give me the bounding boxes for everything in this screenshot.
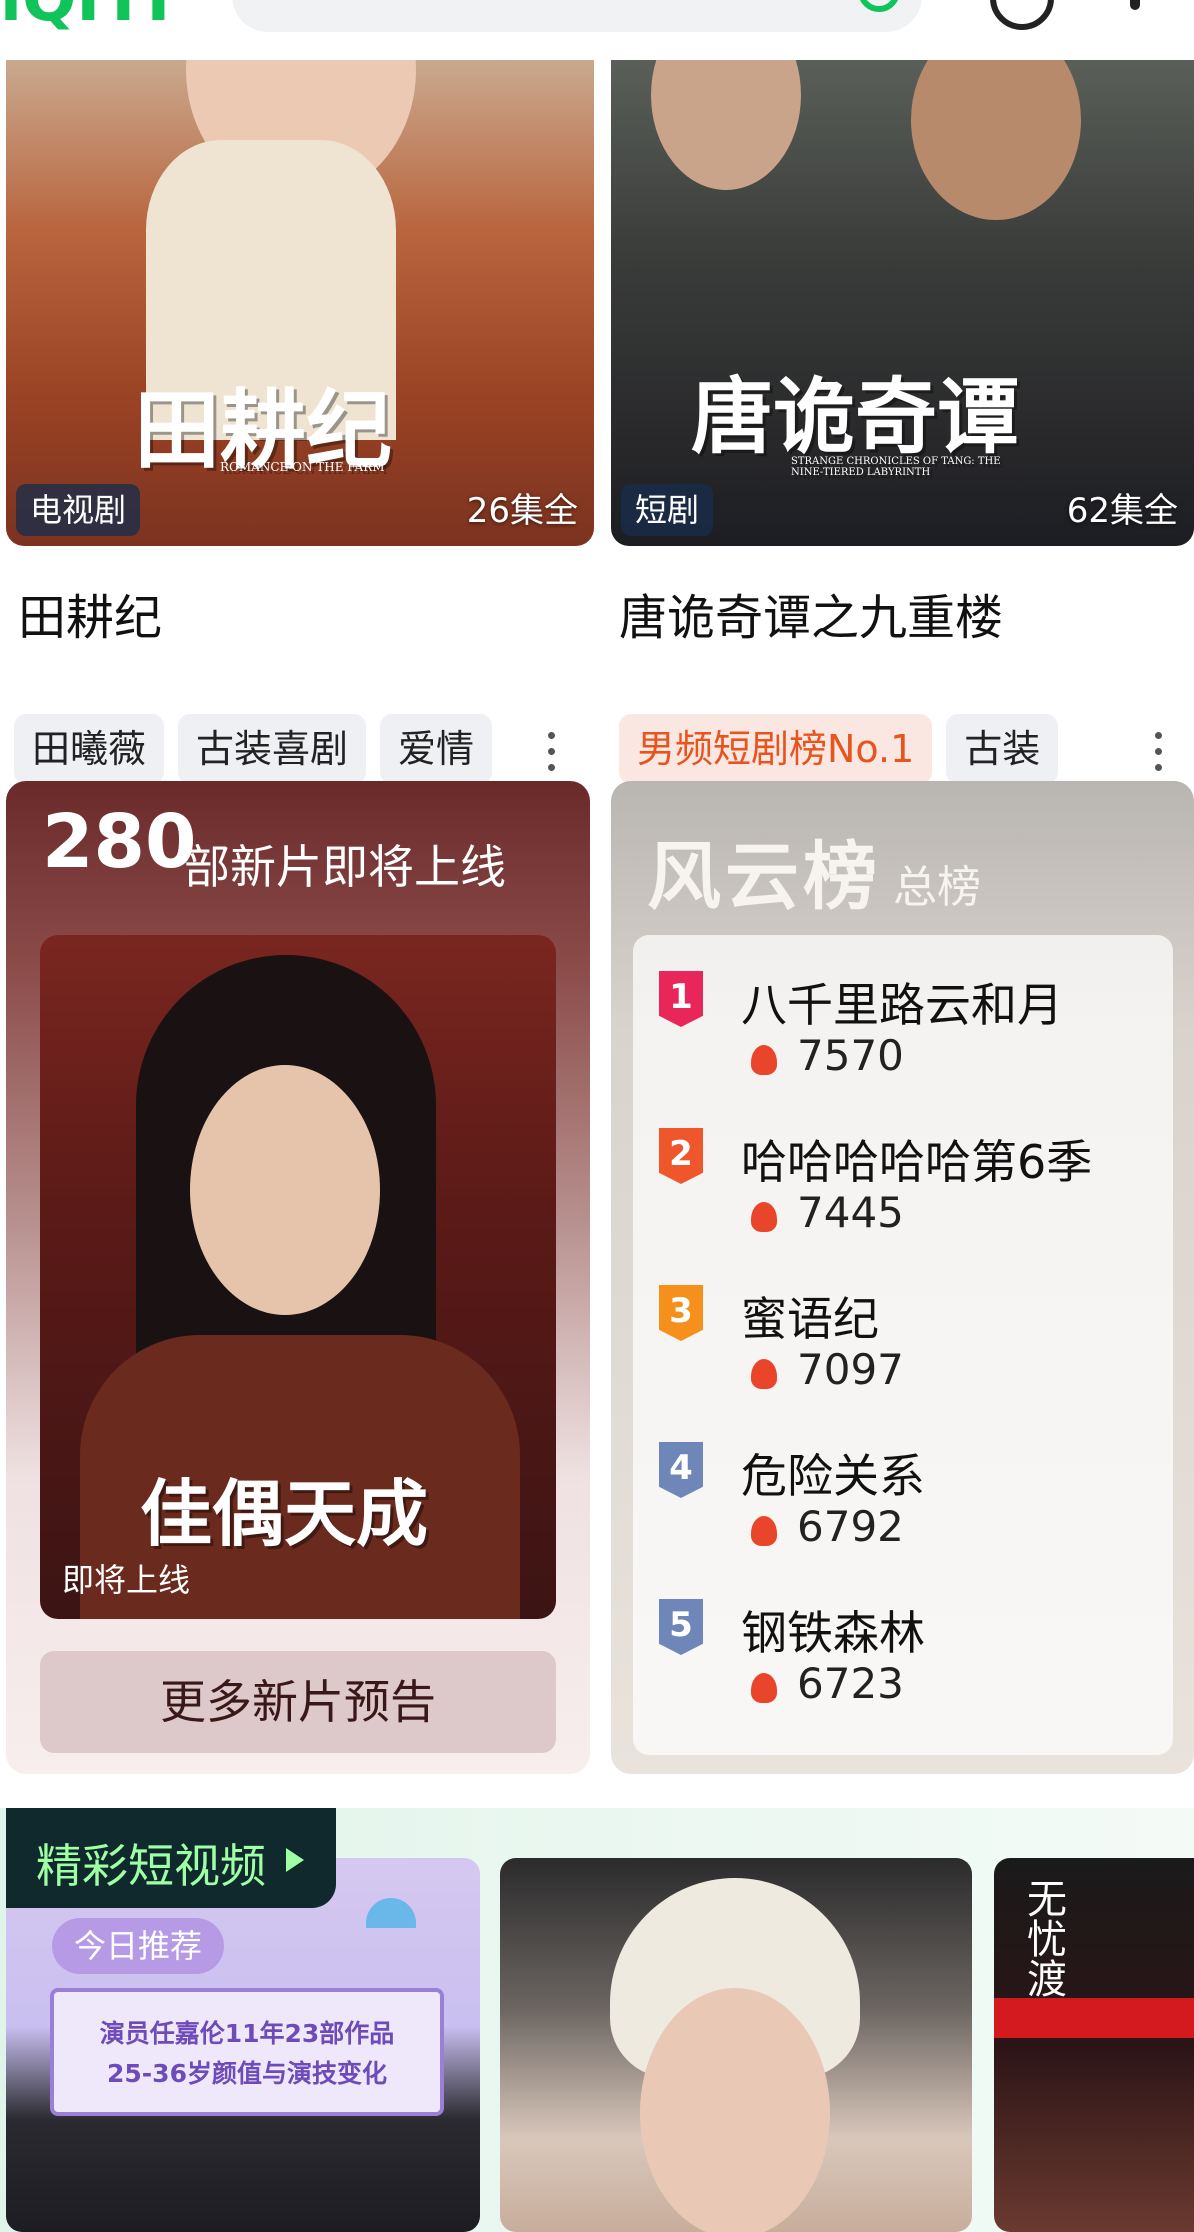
- more-trailers-button[interactable]: 更多新片预告: [40, 1651, 556, 1753]
- video-figure-face: [640, 1988, 830, 2232]
- tag-list: 男频短剧榜No.1 古装: [619, 714, 1059, 784]
- type-badge: 电视剧: [16, 484, 141, 536]
- poster-figure: [651, 60, 801, 190]
- ranking-item-heat: 7097: [797, 1345, 904, 1394]
- umbrella-icon: [366, 1898, 416, 1928]
- ranking-item[interactable]: 4 危险关系 6792: [633, 1406, 1173, 1562]
- ranking-item-heat: 7570: [797, 1031, 904, 1080]
- top-bar: iQIYI: [0, 0, 1194, 60]
- ranking-item[interactable]: 3 蜜语纪 7097: [633, 1249, 1173, 1405]
- poster-face: [190, 1065, 380, 1315]
- type-badge: 短剧: [621, 484, 714, 536]
- rank-badge: 3: [659, 1285, 703, 1341]
- poster-subtitle: ROMANCE ON THE FARM: [220, 460, 385, 474]
- poster-calligraphy: 唐诡奇谭: [691, 369, 1020, 465]
- drama-card[interactable]: 唐诡奇谭 STRANGE CHRONICLES OF TANG: THE NIN…: [611, 60, 1194, 784]
- tag-chip[interactable]: 田曦薇: [14, 714, 165, 784]
- ranking-item-name: 危险关系: [741, 1449, 925, 1503]
- rank-badge: 5: [659, 1599, 703, 1655]
- drama-poster[interactable]: 田耕纪 ROMANCE ON THE FARM 电视剧 26集全: [6, 60, 594, 546]
- ranking-panel[interactable]: 风云榜 总榜 1 八千里路云和月 7570 2 哈哈哈哈哈第6季 7445 3 …: [611, 781, 1194, 1774]
- ranking-item-name: 蜜语纪: [741, 1292, 879, 1346]
- fire-icon: [751, 1359, 777, 1389]
- video-title-vertical: 无忧渡: [1020, 1878, 1066, 1998]
- play-icon: [286, 1848, 304, 1872]
- more-options-icon[interactable]: [1155, 732, 1163, 772]
- ranking-item[interactable]: 2 哈哈哈哈哈第6季 7445: [633, 1092, 1173, 1248]
- episode-count: 62集全: [1066, 491, 1178, 531]
- poster-calligraphy: 佳偶天成: [140, 1471, 429, 1556]
- drama-title[interactable]: 唐诡奇谭之九重楼: [619, 578, 1003, 648]
- ranking-item[interactable]: 5 钢铁森林 6723: [633, 1563, 1173, 1719]
- ranking-item-name: 钢铁森林: [741, 1606, 925, 1660]
- rank-badge: 1: [659, 971, 703, 1027]
- video-caption-line: 25-36岁颜值与演技变化: [107, 2059, 387, 2088]
- video-caption-line: 演员任嘉伦11年23部作品: [99, 2019, 395, 2048]
- drama-poster[interactable]: 唐诡奇谭 STRANGE CHRONICLES OF TANG: THE NIN…: [611, 60, 1194, 546]
- poster-figure: [911, 60, 1081, 220]
- rank-badge: 4: [659, 1442, 703, 1498]
- tag-chip[interactable]: 古装: [946, 714, 1059, 784]
- tag-chip[interactable]: 古装喜剧: [178, 714, 367, 784]
- ranking-item[interactable]: 1 八千里路云和月 7570: [633, 935, 1173, 1091]
- tag-chip[interactable]: 爱情: [380, 714, 493, 784]
- rank-tag-chip[interactable]: 男频短剧榜No.1: [619, 714, 933, 784]
- more-icon[interactable]: [1130, 0, 1140, 10]
- ranking-title: 风云榜: [647, 834, 881, 920]
- short-video-thumbnail[interactable]: 无忧渡: [994, 1858, 1194, 2232]
- ranking-item-name: 哈哈哈哈哈第6季: [741, 1135, 1093, 1189]
- short-video-thumbnail[interactable]: 今日推荐 演员任嘉伦11年23部作品 25-36岁颜值与演技变化: [6, 1858, 480, 2232]
- short-video-label: 精彩短视频: [36, 1839, 266, 1893]
- search-bar[interactable]: [232, 0, 922, 32]
- drama-title[interactable]: 田耕纪: [18, 578, 162, 648]
- ranking-item-heat: 6792: [797, 1502, 904, 1551]
- short-video-thumbnail[interactable]: [500, 1858, 972, 2232]
- tag-list: 田曦薇 古装喜剧 爱情: [14, 714, 493, 784]
- rank-badge: 2: [659, 1128, 703, 1184]
- short-video-tag: 精彩短视频: [6, 1808, 336, 1908]
- search-icon[interactable]: [858, 0, 900, 12]
- ranking-item-heat: 7445: [797, 1188, 904, 1237]
- ranking-list: 1 八千里路云和月 7570 2 哈哈哈哈哈第6季 7445 3 蜜语纪 709…: [633, 935, 1173, 1755]
- app-logo[interactable]: iQIYI: [0, 0, 190, 36]
- fire-icon: [751, 1516, 777, 1546]
- ranking-subtitle[interactable]: 总榜: [893, 851, 981, 915]
- fire-icon: [751, 1673, 777, 1703]
- ranking-item-name: 八千里路云和月: [741, 978, 1063, 1032]
- short-video-section: 今日推荐 演员任嘉伦11年23部作品 25-36岁颜值与演技变化 无忧渡 精彩短…: [0, 1808, 1194, 2232]
- poster-subtitle: STRANGE CHRONICLES OF TANG: THE NINE-TIE…: [791, 456, 1001, 478]
- fire-icon: [751, 1045, 777, 1075]
- upcoming-headline: 部新片即将上线: [184, 840, 506, 894]
- upcoming-panel[interactable]: 280 部新片即将上线 佳偶天成 即将上线 更多新片预告: [6, 781, 590, 1774]
- video-caption-box: 演员任嘉伦11年23部作品 25-36岁颜值与演技变化: [50, 1988, 444, 2116]
- video-headband: [994, 1998, 1194, 2038]
- episode-count: 26集全: [466, 491, 578, 531]
- fire-icon: [751, 1202, 777, 1232]
- drama-card[interactable]: 田耕纪 ROMANCE ON THE FARM 电视剧 26集全 田耕纪 田曦薇…: [6, 60, 594, 784]
- today-recommend-badge: 今日推荐: [52, 1918, 225, 1974]
- upcoming-count: 280: [42, 799, 197, 885]
- more-options-icon[interactable]: [548, 732, 556, 772]
- upcoming-poster[interactable]: 佳偶天成 即将上线: [40, 935, 556, 1619]
- history-icon[interactable]: [990, 0, 1054, 30]
- ranking-item-heat: 6723: [797, 1659, 904, 1708]
- coming-soon-label: 即将上线: [62, 1561, 191, 1599]
